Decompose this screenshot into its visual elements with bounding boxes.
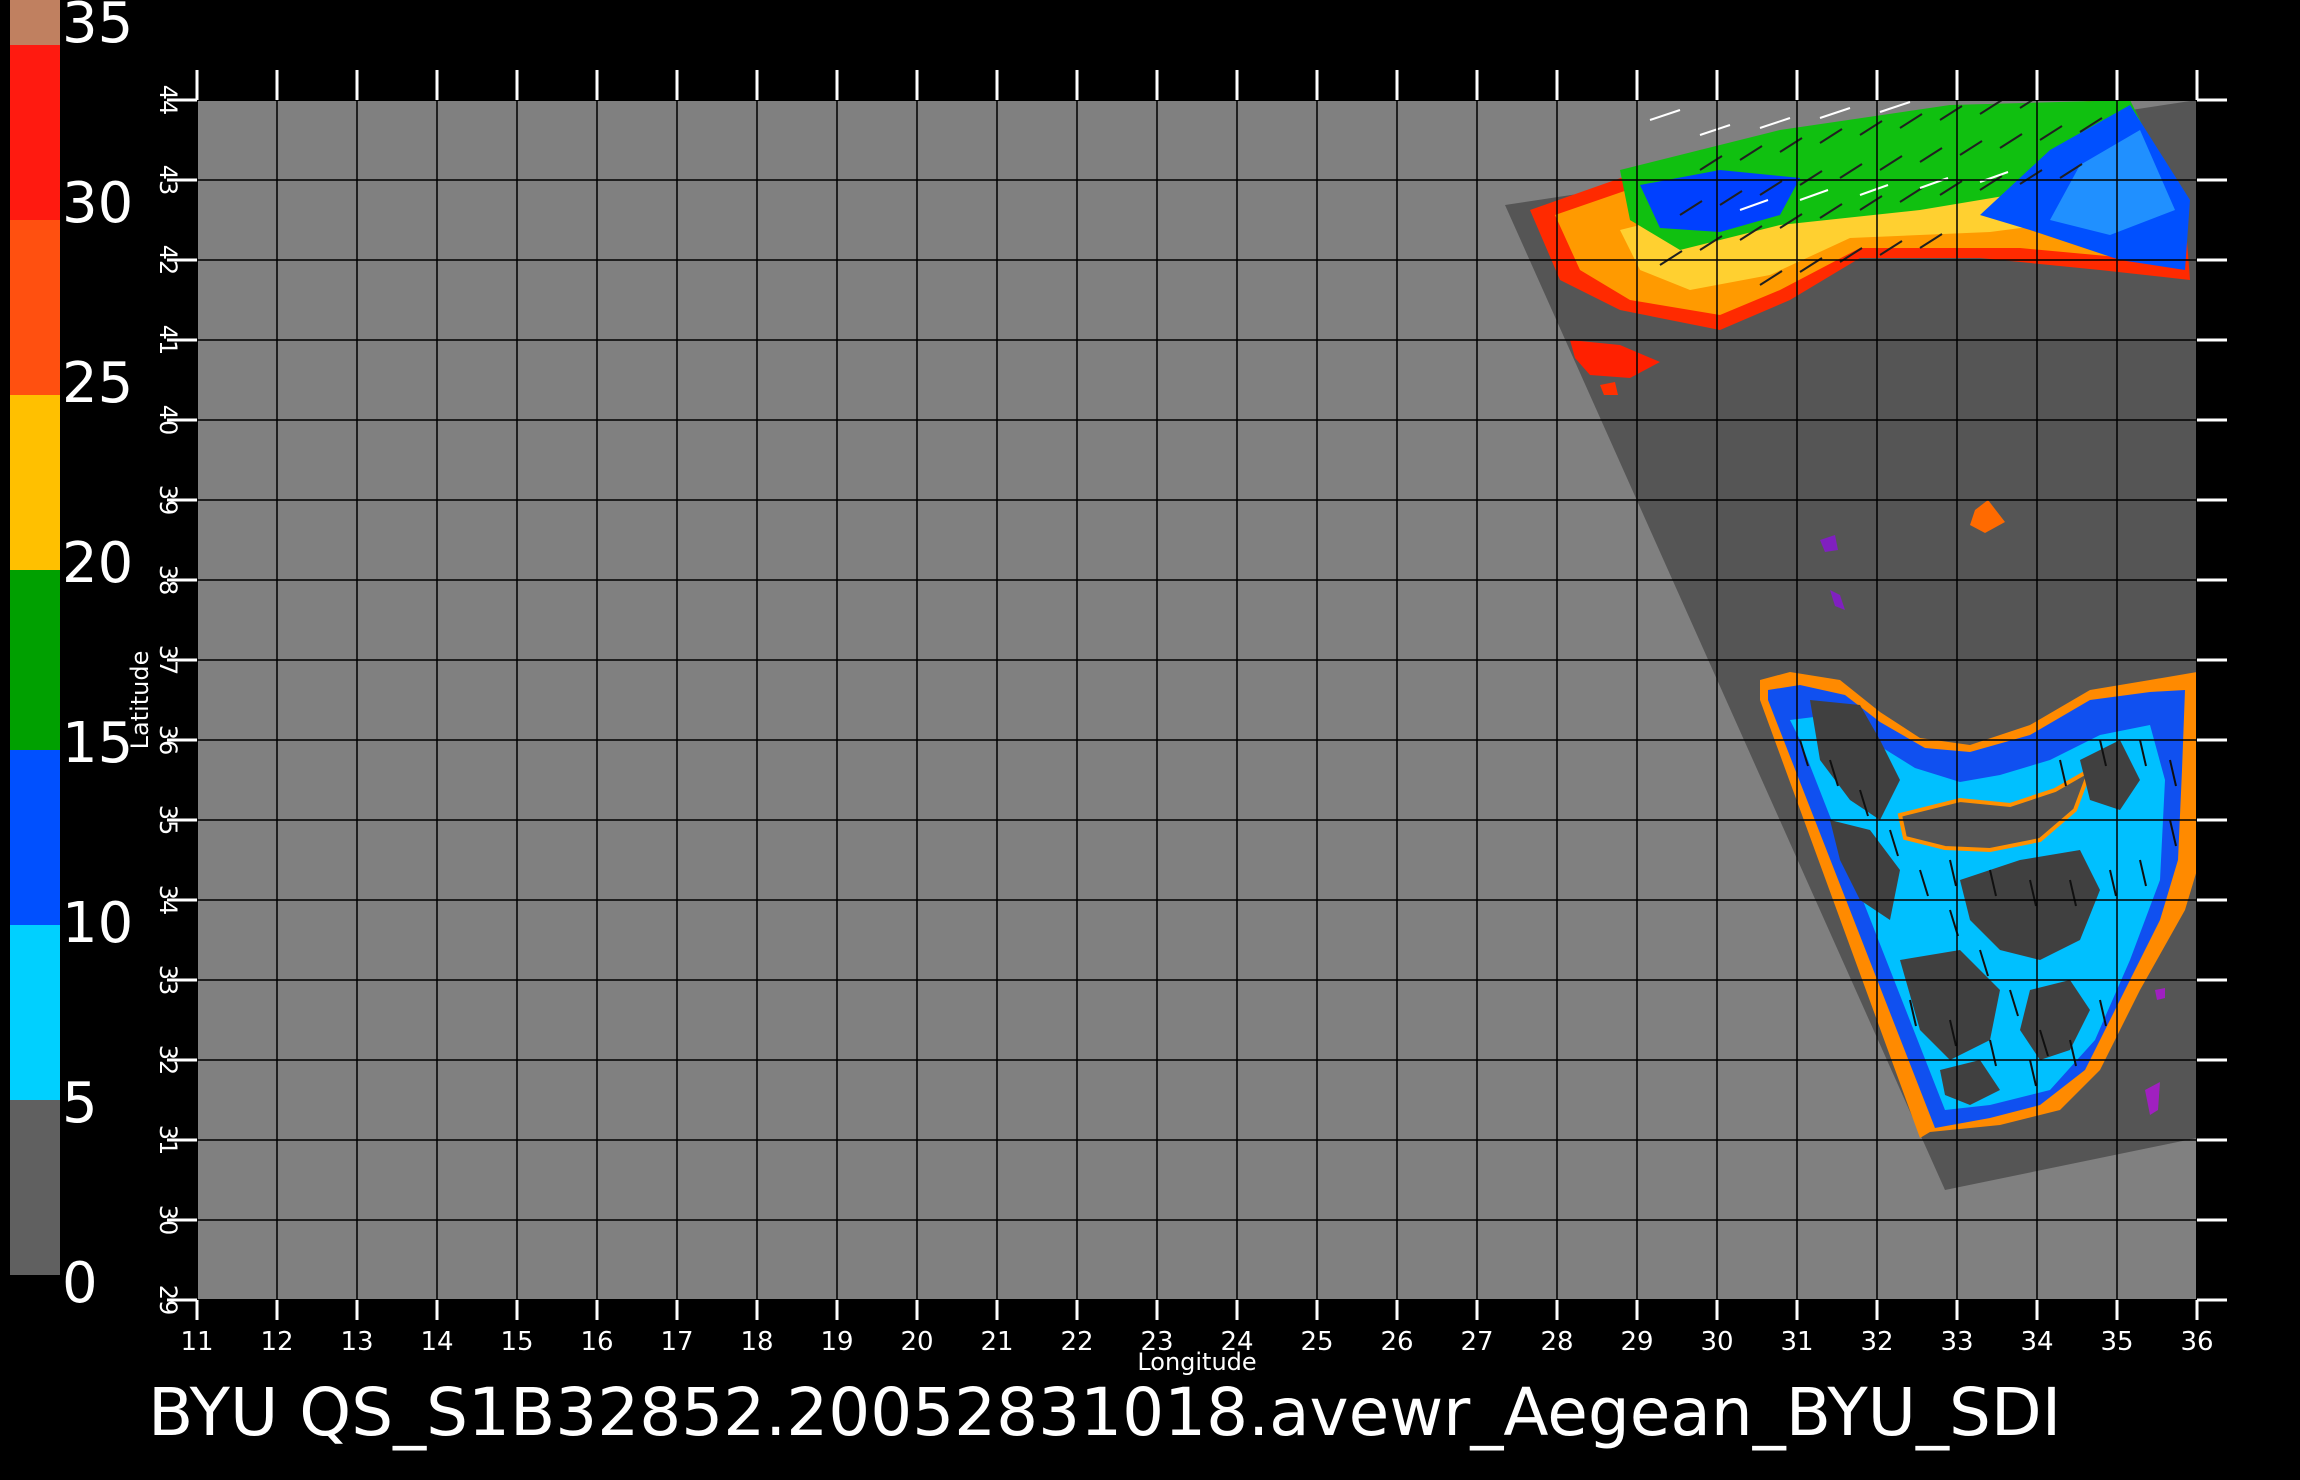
y-tick-label: 29	[154, 1285, 182, 1316]
colorbar-segment-orange-red	[10, 220, 60, 395]
x-tick-label: 33	[1940, 1327, 1973, 1357]
colorbar-label: 30	[62, 171, 133, 236]
y-tick-label: 37	[154, 645, 182, 676]
x-tick-label: 18	[740, 1327, 773, 1357]
y-tick-labels: 44 43 42 41 40 39 38 37 36 35 34 33 32 31 30 29	[154, 85, 182, 1316]
colorbar-label: 5	[62, 1071, 98, 1136]
colorbar-label: 15	[62, 711, 133, 776]
colorbar-label: 0	[62, 1251, 98, 1316]
colorbar-segment-green	[10, 570, 60, 750]
x-tick-label: 29	[1620, 1327, 1653, 1357]
x-tick-label: 17	[660, 1327, 693, 1357]
y-tick-label: 36	[154, 725, 182, 756]
colorbar-segment-gray	[10, 1100, 60, 1275]
y-tick-label: 31	[154, 1125, 182, 1156]
x-tick-label: 28	[1540, 1327, 1573, 1357]
x-tick-label: 35	[2100, 1327, 2133, 1357]
x-tick-label: 16	[580, 1327, 613, 1357]
x-tick-label: 12	[260, 1327, 293, 1357]
y-tick-label: 38	[154, 565, 182, 596]
x-tick-label: 25	[1300, 1327, 1333, 1357]
y-tick-label: 44	[154, 85, 182, 116]
x-tick-label: 34	[2020, 1327, 2053, 1357]
colorbar-label: 20	[62, 531, 133, 596]
scatterometer-wind-map: 35 30 25 20 15 10 5 0 11 12 13 14 15 16 17 18 1…	[10, 0, 2227, 1451]
y-tick-label: 40	[154, 405, 182, 436]
x-tick-label: 13	[340, 1327, 373, 1357]
x-tick-label: 26	[1380, 1327, 1413, 1357]
x-tick-label: 15	[500, 1327, 533, 1357]
y-tick-label: 41	[154, 325, 182, 356]
colorbar-segment-red	[10, 45, 60, 220]
map-plot: 11 12 13 14 15 16 17 18 19 20 21 22 23 24 25 26 27 28 29 30…	[126, 70, 2227, 1376]
x-tick-label: 32	[1860, 1327, 1893, 1357]
x-tick-label: 31	[1780, 1327, 1813, 1357]
x-tick-label: 30	[1700, 1327, 1733, 1357]
x-axis-label: Longitude	[1137, 1348, 1256, 1376]
y-tick-label: 35	[154, 805, 182, 836]
y-tick-label: 42	[154, 245, 182, 276]
y-tick-label: 30	[154, 1205, 182, 1236]
colorbar-segment-orange-yellow	[10, 395, 60, 570]
x-tick-label: 19	[820, 1327, 853, 1357]
y-tick-label: 43	[154, 165, 182, 196]
y-tick-label: 34	[154, 885, 182, 916]
x-tick-label: 20	[900, 1327, 933, 1357]
x-tick-label: 27	[1460, 1327, 1493, 1357]
x-tick-label: 14	[420, 1327, 453, 1357]
y-tick-label: 32	[154, 1045, 182, 1076]
x-tick-label: 36	[2180, 1327, 2213, 1357]
x-tick-label: 22	[1060, 1327, 1093, 1357]
colorbar-label: 35	[62, 0, 133, 56]
y-tick-label: 39	[154, 485, 182, 516]
colorbar-labels: 35 30 25 20 15 10 5 0	[62, 0, 133, 1316]
y-axis-label: Latitude	[126, 651, 154, 750]
x-tick-label: 11	[180, 1327, 213, 1357]
map-caption: BYU QS_S1B32852.20052831018.avewr_Aegean…	[148, 1374, 2061, 1451]
wind-speed-colorbar: 35 30 25 20 15 10 5 0	[10, 0, 133, 1316]
y-tick-label: 33	[154, 965, 182, 996]
colorbar-segment-cyan	[10, 925, 60, 1100]
colorbar-label: 25	[62, 351, 133, 416]
x-tick-label: 21	[980, 1327, 1013, 1357]
colorbar-segment-top	[10, 0, 60, 45]
colorbar-segment-blue	[10, 750, 60, 925]
colorbar-label: 10	[62, 891, 133, 956]
